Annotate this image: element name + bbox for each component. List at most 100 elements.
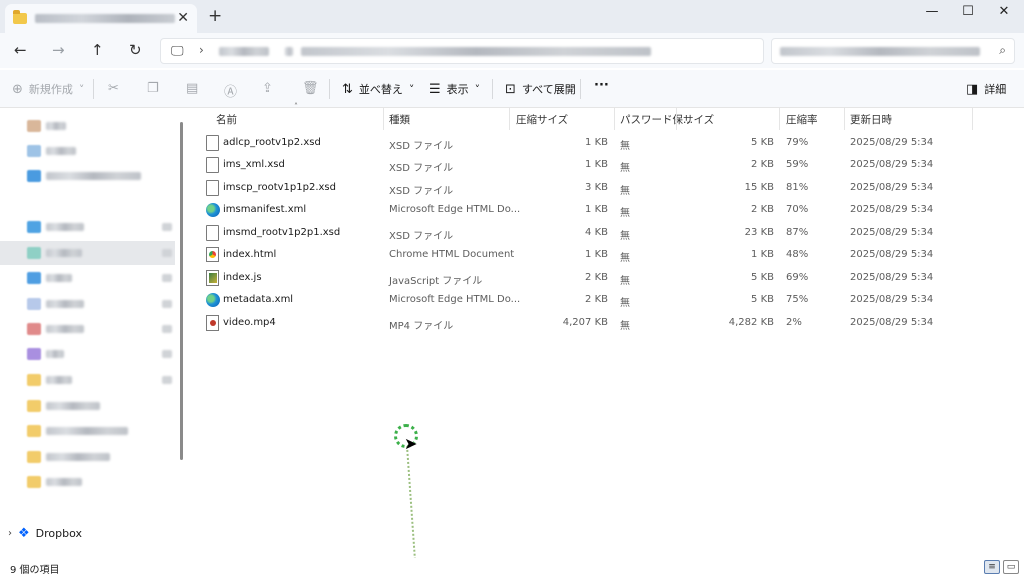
nav-item-redacted[interactable]	[0, 139, 175, 163]
file-name: video.mp4	[223, 317, 276, 328]
new-label: 新規作成	[28, 83, 73, 96]
file-size: 5 KB	[751, 294, 774, 305]
file-date: 2025/08/29 5:34	[850, 272, 934, 283]
share-button[interactable]: ⇪	[262, 81, 273, 96]
column-header-row: ˄ 名前 種類 圧縮サイズ パスワード保... サイズ 圧縮率 更新日時	[190, 102, 1024, 130]
file-date: 2025/08/29 5:34	[850, 317, 934, 328]
back-arrow-icon[interactable]: ←	[14, 41, 27, 59]
cut-button[interactable]: ✂	[108, 81, 119, 96]
explorer-tab[interactable]: ✕	[5, 4, 197, 33]
video-file-icon	[206, 315, 219, 331]
file-size: 2 KB	[751, 204, 774, 215]
nav-item-redacted[interactable]	[0, 368, 175, 392]
search-placeholder-redacted	[780, 47, 980, 56]
search-box[interactable]: ⌕	[771, 38, 1015, 64]
nav-item-redacted[interactable]	[0, 317, 175, 341]
file-row[interactable]: index.html Chrome HTML Document 1 KB 無 1…	[190, 244, 1024, 266]
sort-up-icon: ˄	[294, 102, 298, 111]
nav-item-redacted[interactable]	[0, 445, 175, 469]
sidebar-item-dropbox[interactable]: › ❖ Dropbox	[8, 526, 82, 541]
forward-arrow-icon[interactable]: →	[52, 41, 65, 59]
computer-icon: 🖵	[171, 44, 184, 59]
column-size[interactable]: サイズ	[683, 112, 714, 130]
file-ratio: 59%	[786, 159, 809, 170]
refresh-icon[interactable]: ↻	[129, 41, 142, 59]
nav-item-redacted[interactable]	[0, 419, 175, 443]
nav-item-redacted[interactable]	[0, 394, 175, 418]
sidebar-scrollbar[interactable]	[180, 122, 183, 460]
details-button[interactable]: ◨ 詳細	[966, 81, 1006, 97]
column-ratio[interactable]: 圧縮率	[786, 112, 818, 130]
file-name: index.html	[223, 249, 277, 260]
document-icon	[206, 135, 219, 151]
nav-item-redacted[interactable]	[0, 266, 175, 290]
address-row: ← → ↑ ↻ 🖵 › ⌕	[0, 33, 1024, 68]
copy-icon: ❐	[147, 81, 159, 96]
file-password: 無	[620, 163, 630, 174]
new-button[interactable]: ⊕ 新規作成 ˅	[12, 81, 84, 97]
file-ratio: 2%	[786, 317, 802, 328]
paste-button[interactable]: ▤	[186, 81, 198, 96]
file-date: 2025/08/29 5:34	[850, 137, 934, 148]
file-type: XSD ファイル	[389, 186, 454, 197]
column-date[interactable]: 更新日時	[850, 112, 892, 130]
file-password: 無	[620, 186, 630, 197]
file-row[interactable]: metadata.xml Microsoft Edge HTML Do... 2…	[190, 289, 1024, 311]
nav-item-selected-redacted[interactable]	[0, 241, 175, 265]
tiles-view-button[interactable]: ▭	[1003, 560, 1019, 574]
minimize-button[interactable]: —	[914, 2, 950, 24]
nav-item-redacted[interactable]	[0, 470, 175, 494]
rename-icon: Ⓐ	[224, 85, 238, 100]
file-row[interactable]: video.mp4 MP4 ファイル 4,207 KB 無 4,282 KB 2…	[190, 312, 1024, 334]
view-button[interactable]: ☰ 表示 ˅	[429, 81, 480, 97]
nav-item-redacted[interactable]	[0, 215, 175, 239]
nav-item-redacted[interactable]	[0, 114, 175, 138]
close-tab-button[interactable]: ✕	[177, 10, 189, 26]
address-bar[interactable]: 🖵 ›	[160, 38, 764, 64]
file-ratio: 79%	[786, 137, 809, 148]
file-type: Microsoft Edge HTML Do...	[389, 294, 521, 305]
file-size: 1 KB	[751, 249, 774, 260]
column-name[interactable]: 名前	[216, 112, 237, 130]
file-row[interactable]: ims_xml.xsd XSD ファイル 1 KB 無 2 KB 59% 202…	[190, 154, 1024, 176]
chrome-html-icon	[206, 247, 219, 262]
details-view-button[interactable]: ≡	[984, 560, 1000, 574]
search-icon: ⌕	[999, 43, 1006, 57]
copy-button[interactable]: ❐	[147, 81, 159, 96]
chevron-right-icon[interactable]: ›	[8, 528, 12, 539]
file-row[interactable]: index.js JavaScript ファイル 2 KB 無 5 KB 69%…	[190, 267, 1024, 289]
delete-button[interactable]: 🗑	[302, 81, 319, 96]
chevron-down-icon: ˅	[474, 82, 481, 96]
file-type: XSD ファイル	[389, 231, 454, 242]
file-date: 2025/08/29 5:34	[850, 227, 934, 238]
file-compressed-size: 1 KB	[585, 204, 608, 215]
new-tab-button[interactable]: +	[208, 6, 222, 26]
divider	[580, 79, 581, 99]
command-bar: ⊕ 新規作成 ˅ ✂ ❐ ▤ Ⓐ ⇪ 🗑 ⇅ 並べ替え ˅ ☰ 表示 ˅ ⊡ す…	[0, 70, 1024, 108]
file-row[interactable]: imsmanifest.xml Microsoft Edge HTML Do..…	[190, 199, 1024, 221]
expand-all-button[interactable]: ⊡ すべて展開	[505, 81, 576, 97]
more-options-button[interactable]: ···	[594, 78, 609, 93]
title-bar: ✕ + — ☐ ✕	[0, 0, 1024, 33]
file-ratio: 75%	[786, 294, 809, 305]
file-row[interactable]: imsmd_rootv1p2p1.xsd XSD ファイル 4 KB 無 23 …	[190, 222, 1024, 244]
nav-item-redacted[interactable]	[0, 292, 175, 316]
sort-button[interactable]: ⇅ 並べ替え ˅	[342, 81, 414, 97]
scissors-icon: ✂	[108, 81, 119, 96]
file-row[interactable]: imscp_rootv1p1p2.xsd XSD ファイル 3 KB 無 15 …	[190, 177, 1024, 199]
nav-item-redacted[interactable]	[0, 164, 175, 188]
maximize-button[interactable]: ☐	[950, 2, 986, 24]
up-arrow-icon[interactable]: ↑	[91, 41, 104, 59]
column-type[interactable]: 種類	[389, 112, 410, 130]
file-size: 4,282 KB	[728, 317, 774, 328]
document-icon	[206, 180, 219, 196]
close-window-button[interactable]: ✕	[986, 2, 1022, 24]
file-ratio: 87%	[786, 227, 809, 238]
rename-button[interactable]: Ⓐ	[224, 81, 237, 100]
file-row[interactable]: adlcp_rootv1p2.xsd XSD ファイル 1 KB 無 5 KB …	[190, 132, 1024, 154]
file-type: Chrome HTML Document	[389, 249, 515, 260]
nav-item-redacted[interactable]	[0, 342, 175, 366]
file-date: 2025/08/29 5:34	[850, 159, 934, 170]
column-compressed-size[interactable]: 圧縮サイズ	[516, 112, 568, 130]
details-pane-icon: ◨	[966, 81, 979, 97]
